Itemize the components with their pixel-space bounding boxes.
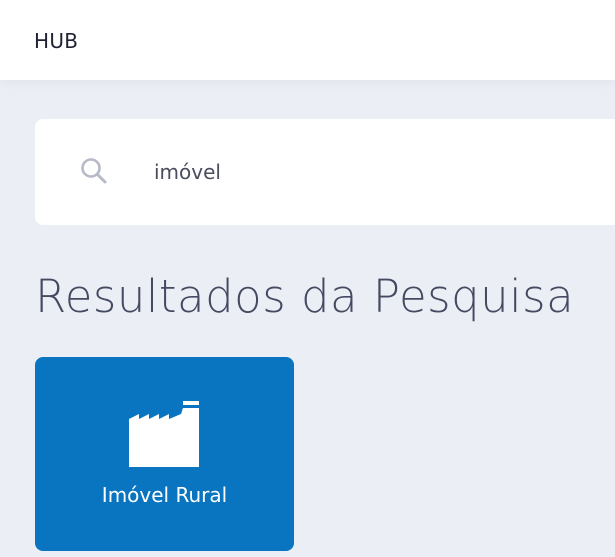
factory-icon [129,401,199,467]
result-card-imovel-rural[interactable]: Imóvel Rural [35,357,294,551]
search-input[interactable] [154,153,594,191]
search-icon[interactable] [80,157,108,185]
page-title: Resultados da Pesquisa [35,270,575,323]
top-bar: HUB [0,0,615,80]
result-card-label: Imóvel Rural [101,483,228,507]
brand-logo-text[interactable]: HUB [34,29,78,53]
